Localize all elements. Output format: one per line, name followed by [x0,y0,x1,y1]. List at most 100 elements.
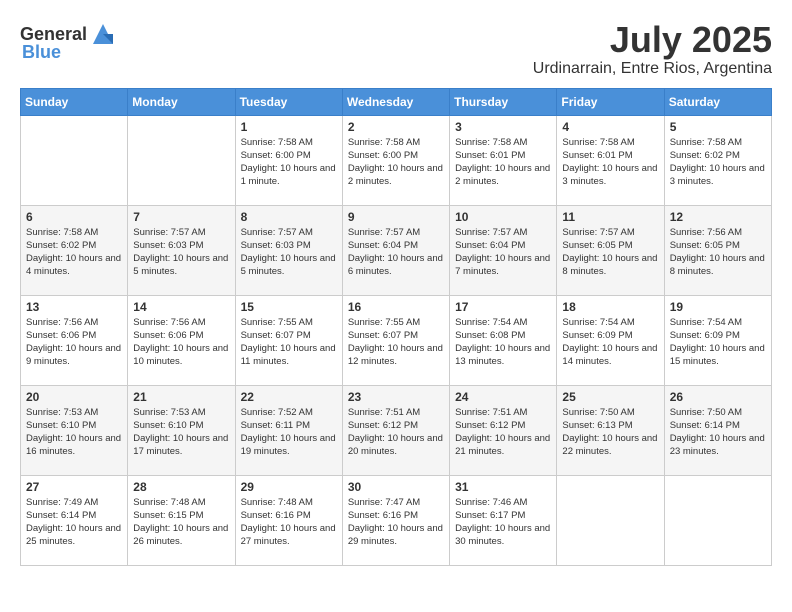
day-number: 30 [348,480,444,494]
day-info: Sunrise: 7:58 AM Sunset: 6:00 PM Dayligh… [241,136,337,189]
day-info: Sunrise: 7:56 AM Sunset: 6:05 PM Dayligh… [670,226,766,279]
calendar-week-row: 13 Sunrise: 7:56 AM Sunset: 6:06 PM Dayli… [21,295,772,385]
day-number: 24 [455,390,551,404]
calendar-header-monday: Monday [128,88,235,115]
day-info: Sunrise: 7:48 AM Sunset: 6:16 PM Dayligh… [241,496,337,549]
calendar-day-cell: 6Sunrise: 7:58 AM Sunset: 6:02 PM Daylig… [21,205,128,295]
logo: General Blue [20,20,117,63]
calendar-day-cell: 28 Sunrise: 7:48 AM Sunset: 6:15 PM Dayli… [128,475,235,565]
day-number: 19 [670,300,766,314]
day-number: 26 [670,390,766,404]
day-info: Sunrise: 7:57 AM Sunset: 6:05 PM Dayligh… [562,226,658,279]
day-number: 3 [455,120,551,134]
day-info: Sunrise: 7:51 AM Sunset: 6:12 PM Dayligh… [455,406,551,459]
day-info: Sunrise: 7:54 AM Sunset: 6:09 PM Dayligh… [670,316,766,369]
day-info: Sunrise: 7:54 AM Sunset: 6:08 PM Dayligh… [455,316,551,369]
title-section: July 2025 Urdinarrain, Entre Rios, Argen… [533,20,772,78]
calendar-day-cell [664,475,771,565]
calendar-day-cell: 11 Sunrise: 7:57 AM Sunset: 6:05 PM Dayli… [557,205,664,295]
calendar-day-cell: 7 Sunrise: 7:57 AM Sunset: 6:03 PM Daylig… [128,205,235,295]
day-info: Sunrise: 7:56 AM Sunset: 6:06 PM Dayligh… [26,316,122,369]
calendar-day-cell: 17 Sunrise: 7:54 AM Sunset: 6:08 PM Dayli… [450,295,557,385]
day-info: Sunrise: 7:52 AM Sunset: 6:11 PM Dayligh… [241,406,337,459]
month-title: July 2025 [533,20,772,60]
day-info: Sunrise: 7:48 AM Sunset: 6:15 PM Dayligh… [133,496,229,549]
day-info: Sunrise: 7:55 AM Sunset: 6:07 PM Dayligh… [348,316,444,369]
calendar-day-cell: 30 Sunrise: 7:47 AM Sunset: 6:16 PM Dayli… [342,475,449,565]
day-info: Sunrise: 7:50 AM Sunset: 6:14 PM Dayligh… [670,406,766,459]
day-number: 29 [241,480,337,494]
day-number: 23 [348,390,444,404]
logo-blue-text: Blue [22,42,61,63]
calendar-day-cell: 12 Sunrise: 7:56 AM Sunset: 6:05 PM Dayli… [664,205,771,295]
calendar-header-tuesday: Tuesday [235,88,342,115]
day-number: 22 [241,390,337,404]
day-info: Sunrise: 7:47 AM Sunset: 6:16 PM Dayligh… [348,496,444,549]
day-number: 27 [26,480,122,494]
calendar-header-wednesday: Wednesday [342,88,449,115]
day-number: 5 [670,120,766,134]
calendar-day-cell: 3Sunrise: 7:58 AM Sunset: 6:01 PM Daylig… [450,115,557,205]
calendar-day-cell: 8Sunrise: 7:57 AM Sunset: 6:03 PM Daylig… [235,205,342,295]
calendar-table: SundayMondayTuesdayWednesdayThursdayFrid… [20,88,772,566]
day-info: Sunrise: 7:53 AM Sunset: 6:10 PM Dayligh… [26,406,122,459]
calendar-day-cell: 16 Sunrise: 7:55 AM Sunset: 6:07 PM Dayli… [342,295,449,385]
day-number: 9 [348,210,444,224]
calendar-day-cell: 19 Sunrise: 7:54 AM Sunset: 6:09 PM Dayli… [664,295,771,385]
calendar-day-cell: 18Sunrise: 7:54 AM Sunset: 6:09 PM Dayli… [557,295,664,385]
day-number: 16 [348,300,444,314]
calendar-header-row: SundayMondayTuesdayWednesdayThursdayFrid… [21,88,772,115]
day-number: 12 [670,210,766,224]
calendar-day-cell: 25 Sunrise: 7:50 AM Sunset: 6:13 PM Dayli… [557,385,664,475]
day-number: 20 [26,390,122,404]
calendar-day-cell: 15 Sunrise: 7:55 AM Sunset: 6:07 PM Dayli… [235,295,342,385]
day-info: Sunrise: 7:49 AM Sunset: 6:14 PM Dayligh… [26,496,122,549]
logo-icon [89,20,117,48]
day-number: 15 [241,300,337,314]
day-number: 7 [133,210,229,224]
day-number: 14 [133,300,229,314]
day-number: 21 [133,390,229,404]
calendar-day-cell: 20 Sunrise: 7:53 AM Sunset: 6:10 PM Dayli… [21,385,128,475]
day-number: 2 [348,120,444,134]
calendar-day-cell: 13 Sunrise: 7:56 AM Sunset: 6:06 PM Dayli… [21,295,128,385]
day-number: 8 [241,210,337,224]
calendar-day-cell: 22 Sunrise: 7:52 AM Sunset: 6:11 PM Dayli… [235,385,342,475]
calendar-day-cell: 23 Sunrise: 7:51 AM Sunset: 6:12 PM Dayli… [342,385,449,475]
day-number: 17 [455,300,551,314]
day-info: Sunrise: 7:58 AM Sunset: 6:02 PM Dayligh… [26,226,122,279]
calendar-day-cell: 14 Sunrise: 7:56 AM Sunset: 6:06 PM Dayli… [128,295,235,385]
calendar-day-cell: 2Sunrise: 7:58 AM Sunset: 6:00 PM Daylig… [342,115,449,205]
calendar-day-cell: 10 Sunrise: 7:57 AM Sunset: 6:04 PM Dayli… [450,205,557,295]
day-number: 10 [455,210,551,224]
day-info: Sunrise: 7:51 AM Sunset: 6:12 PM Dayligh… [348,406,444,459]
calendar-day-cell [128,115,235,205]
day-info: Sunrise: 7:46 AM Sunset: 6:17 PM Dayligh… [455,496,551,549]
day-info: Sunrise: 7:55 AM Sunset: 6:07 PM Dayligh… [241,316,337,369]
day-info: Sunrise: 7:57 AM Sunset: 6:04 PM Dayligh… [455,226,551,279]
calendar-header-thursday: Thursday [450,88,557,115]
day-info: Sunrise: 7:58 AM Sunset: 6:01 PM Dayligh… [562,136,658,189]
day-number: 13 [26,300,122,314]
day-info: Sunrise: 7:54 AM Sunset: 6:09 PM Dayligh… [562,316,658,369]
calendar-day-cell: 9 Sunrise: 7:57 AM Sunset: 6:04 PM Daylig… [342,205,449,295]
calendar-week-row: 20 Sunrise: 7:53 AM Sunset: 6:10 PM Dayli… [21,385,772,475]
calendar-day-cell [21,115,128,205]
day-number: 25 [562,390,658,404]
calendar-week-row: 1Sunrise: 7:58 AM Sunset: 6:00 PM Daylig… [21,115,772,205]
calendar-week-row: 6Sunrise: 7:58 AM Sunset: 6:02 PM Daylig… [21,205,772,295]
day-info: Sunrise: 7:58 AM Sunset: 6:02 PM Dayligh… [670,136,766,189]
day-number: 11 [562,210,658,224]
location-title: Urdinarrain, Entre Rios, Argentina [533,60,772,78]
day-info: Sunrise: 7:50 AM Sunset: 6:13 PM Dayligh… [562,406,658,459]
calendar-day-cell: 4Sunrise: 7:58 AM Sunset: 6:01 PM Daylig… [557,115,664,205]
calendar-day-cell [557,475,664,565]
day-number: 28 [133,480,229,494]
calendar-day-cell: 27 Sunrise: 7:49 AM Sunset: 6:14 PM Dayli… [21,475,128,565]
day-number: 31 [455,480,551,494]
calendar-day-cell: 26 Sunrise: 7:50 AM Sunset: 6:14 PM Dayli… [664,385,771,475]
calendar-header-sunday: Sunday [21,88,128,115]
day-info: Sunrise: 7:57 AM Sunset: 6:04 PM Dayligh… [348,226,444,279]
day-info: Sunrise: 7:57 AM Sunset: 6:03 PM Dayligh… [133,226,229,279]
day-info: Sunrise: 7:56 AM Sunset: 6:06 PM Dayligh… [133,316,229,369]
